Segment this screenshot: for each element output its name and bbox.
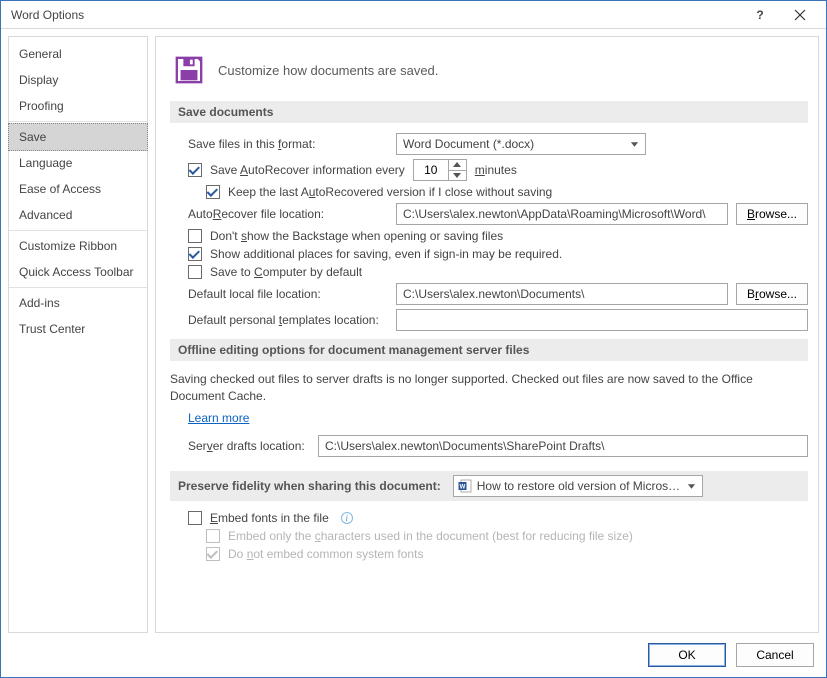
learn-more-link[interactable]: Learn more (188, 411, 249, 425)
main-panel: Customize how documents are saved. Save … (155, 36, 819, 633)
keep-last-checkbox[interactable] (206, 185, 220, 199)
section-save-documents: Save documents (170, 101, 808, 123)
sidebar-item-proofing[interactable]: Proofing (9, 93, 147, 119)
default-location-label: Default local file location: (188, 287, 388, 301)
autorecover-label: Save AutoRecover information every (210, 163, 405, 177)
save-icon (174, 55, 204, 85)
sidebar-separator (9, 287, 147, 288)
svg-text:W: W (459, 484, 465, 490)
no-backstage-checkbox[interactable] (188, 229, 202, 243)
templates-location-label: Default personal templates location: (188, 313, 388, 327)
help-button[interactable]: ? (740, 2, 780, 28)
sidebar-item-quick-access-toolbar[interactable]: Quick Access Toolbar (9, 259, 147, 285)
word-doc-icon: W (458, 479, 472, 493)
title-bar: Word Options ? (1, 1, 826, 29)
embed-chars-checkbox (206, 529, 220, 543)
info-icon[interactable]: i (341, 512, 353, 524)
save-to-computer-label: Save to Computer by default (210, 265, 362, 279)
save-format-label: Save files in this format: (188, 137, 388, 151)
svg-text:?: ? (756, 9, 763, 21)
autorecover-location-label: AutoRecover file location: (188, 207, 388, 221)
offline-body-text: Saving checked out files to server draft… (170, 371, 808, 405)
sidebar-item-save[interactable]: Save (8, 123, 148, 151)
sidebar-item-ease-of-access[interactable]: Ease of Access (9, 176, 147, 202)
no-backstage-label: Don't show the Backstage when opening or… (210, 229, 503, 243)
sidebar-item-advanced[interactable]: Advanced (9, 202, 147, 228)
default-location-input[interactable] (396, 283, 728, 305)
sidebar-item-general[interactable]: General (9, 41, 147, 67)
autorecover-location-input[interactable] (396, 203, 728, 225)
page-subtitle: Customize how documents are saved. (218, 63, 438, 78)
embed-fonts-checkbox[interactable] (188, 511, 202, 525)
section-offline-editing: Offline editing options for document man… (170, 339, 808, 361)
sidebar-separator (9, 230, 147, 231)
no-common-fonts-checkbox (206, 547, 220, 561)
close-button[interactable] (780, 2, 820, 28)
chevron-down-icon (630, 140, 639, 149)
keep-last-label: Keep the last AutoRecovered version if I… (228, 185, 552, 199)
show-additional-label: Show additional places for saving, even … (210, 247, 562, 261)
spinner-down[interactable] (449, 170, 466, 181)
cancel-button[interactable]: Cancel (736, 643, 814, 667)
autorecover-unit: minutes (475, 163, 517, 177)
sidebar-separator (9, 121, 147, 122)
server-drafts-label: Server drafts location: (188, 439, 310, 453)
section-preserve-fidelity: Preserve fidelity when sharing this docu… (170, 471, 808, 501)
autorecover-browse-button[interactable]: Browse... (736, 203, 808, 225)
save-to-computer-checkbox[interactable] (188, 265, 202, 279)
autorecover-checkbox[interactable] (188, 163, 202, 177)
server-drafts-input[interactable] (318, 435, 808, 457)
embed-fonts-label: Embed fonts in the file (210, 511, 329, 525)
ok-button[interactable]: OK (648, 643, 726, 667)
preserve-document-select[interactable]: W How to restore old version of Microso.… (453, 475, 703, 497)
sidebar-item-add-ins[interactable]: Add-ins (9, 290, 147, 316)
default-location-browse-button[interactable]: Browse... (736, 283, 808, 305)
autorecover-interval-input[interactable] (414, 160, 448, 180)
templates-location-input[interactable] (396, 309, 808, 331)
sidebar: GeneralDisplayProofing SaveLanguageEase o… (8, 36, 148, 633)
chevron-down-icon (687, 481, 696, 490)
window-title: Word Options (11, 8, 740, 22)
dialog-footer: OK Cancel (1, 633, 826, 677)
sidebar-item-display[interactable]: Display (9, 67, 147, 93)
sidebar-item-trust-center[interactable]: Trust Center (9, 316, 147, 342)
autorecover-interval-spinner[interactable] (413, 159, 467, 181)
no-common-fonts-label: Do not embed common system fonts (228, 547, 423, 561)
embed-chars-label: Embed only the characters used in the do… (228, 529, 633, 543)
sidebar-item-language[interactable]: Language (9, 150, 147, 176)
spinner-up[interactable] (449, 160, 466, 170)
sidebar-item-customize-ribbon[interactable]: Customize Ribbon (9, 233, 147, 259)
save-format-select[interactable]: Word Document (*.docx) (396, 133, 646, 155)
show-additional-checkbox[interactable] (188, 247, 202, 261)
